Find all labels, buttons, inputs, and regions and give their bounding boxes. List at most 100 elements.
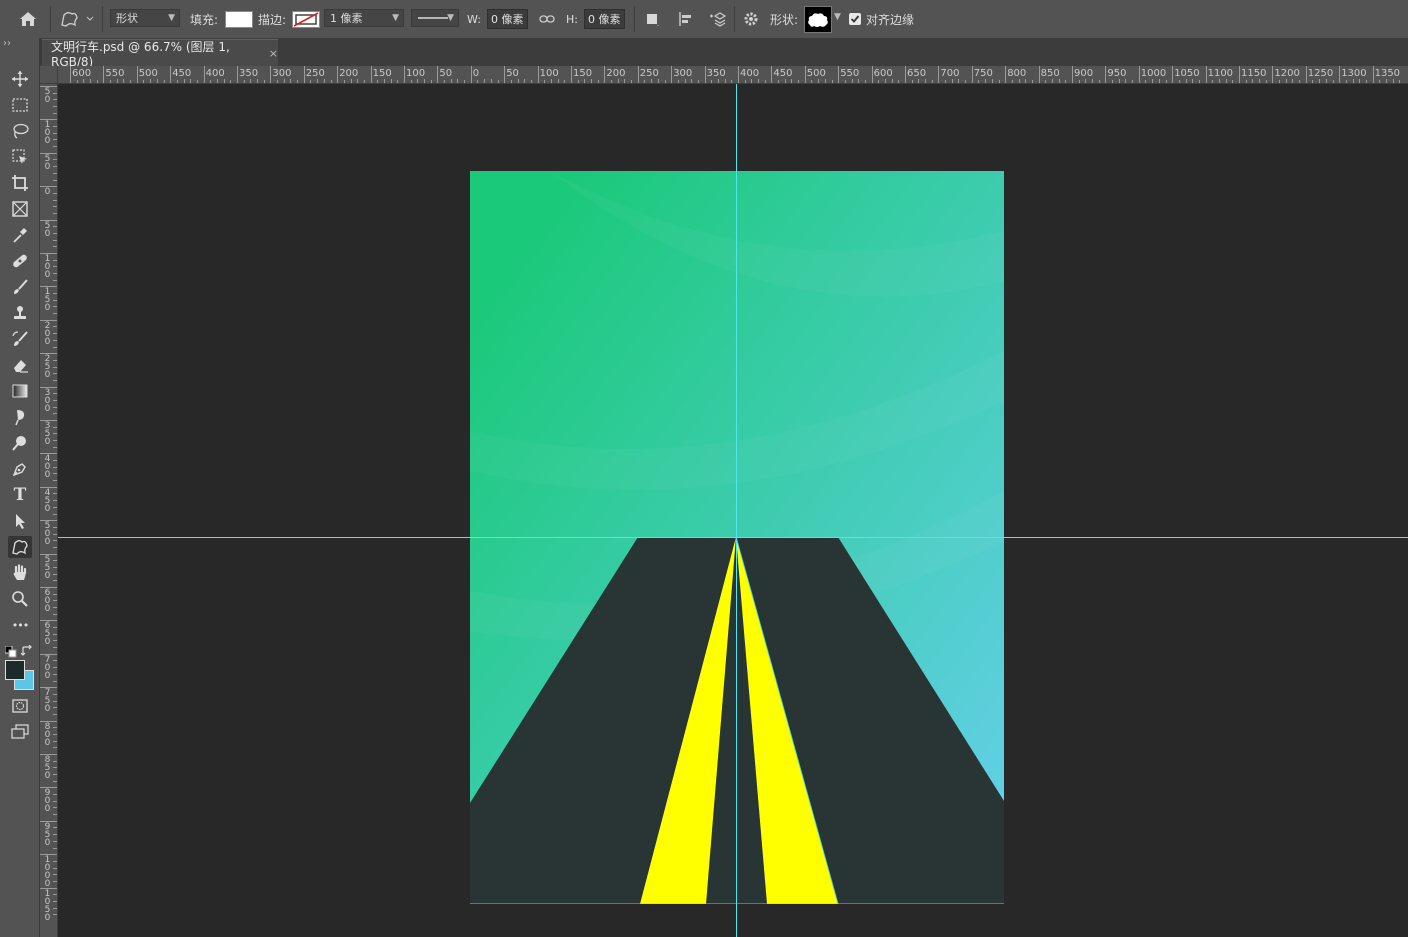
ruler-label: 1050 bbox=[44, 888, 51, 923]
healing-brush-tool-icon[interactable] bbox=[8, 250, 32, 272]
collapse-panel-icon[interactable]: ›› bbox=[3, 38, 11, 49]
swap-colors-icon[interactable] bbox=[20, 642, 33, 661]
eraser-tool-icon[interactable] bbox=[8, 354, 32, 376]
ruler-minor-tick bbox=[53, 259, 57, 261]
type-tool-icon[interactable]: T bbox=[8, 484, 32, 506]
ruler-minor-tick bbox=[53, 673, 57, 675]
ruler-minor-tick bbox=[731, 80, 733, 83]
more-tools-icon[interactable]: ••• bbox=[8, 614, 32, 636]
ruler-label: 700 bbox=[940, 68, 960, 79]
link-icon[interactable] bbox=[537, 9, 557, 29]
tool-preset-picker[interactable] bbox=[58, 9, 96, 29]
path-select-tool-icon[interactable] bbox=[8, 510, 32, 532]
brush-tool-icon[interactable] bbox=[8, 276, 32, 298]
custom-shape-tool-icon[interactable] bbox=[8, 536, 32, 558]
ruler-minor-tick bbox=[1058, 79, 1060, 83]
stroke-color-swatch[interactable] bbox=[292, 11, 320, 28]
zoom-tool-icon[interactable] bbox=[8, 588, 32, 610]
chevron-down-icon[interactable]: ▼ bbox=[834, 12, 841, 22]
ruler-major-tick bbox=[905, 66, 906, 83]
home-icon[interactable] bbox=[18, 9, 38, 29]
ruler-minor-tick bbox=[350, 79, 352, 83]
ruler-minor-tick bbox=[1018, 79, 1020, 83]
eyedropper-tool-icon[interactable] bbox=[8, 224, 32, 246]
canvas-workspace[interactable] bbox=[58, 84, 1408, 937]
ruler-label: 500 bbox=[44, 521, 51, 548]
ruler-minor-tick bbox=[918, 79, 920, 83]
ruler-minor-tick bbox=[53, 613, 57, 615]
marquee-tool-icon[interactable] bbox=[8, 94, 32, 116]
ruler-minor-tick bbox=[1045, 80, 1047, 83]
align-edges-checkbox[interactable] bbox=[849, 13, 861, 25]
frame-tool-icon[interactable] bbox=[8, 198, 32, 220]
path-alignment-icon[interactable] bbox=[676, 9, 696, 29]
quick-mask-icon[interactable] bbox=[8, 695, 32, 717]
ruler-minor-tick bbox=[1285, 79, 1287, 83]
ruler-minor-tick bbox=[116, 79, 118, 83]
ruler-minor-tick bbox=[711, 80, 713, 83]
crop-tool-icon[interactable] bbox=[8, 172, 32, 194]
screen-mode-icon[interactable] bbox=[8, 721, 32, 743]
shape-picker[interactable] bbox=[804, 6, 832, 33]
ruler-minor-tick bbox=[1299, 80, 1301, 83]
width-field[interactable]: 0 像素 bbox=[487, 9, 528, 29]
ruler-minor-tick bbox=[878, 80, 880, 83]
ruler-minor-tick bbox=[1145, 80, 1147, 83]
ruler-label: 150 bbox=[372, 68, 392, 79]
ruler-minor-tick bbox=[517, 79, 519, 83]
ruler-minor-tick bbox=[357, 79, 359, 83]
ruler-label: 850 bbox=[1040, 68, 1060, 79]
vertical-guide[interactable] bbox=[736, 84, 737, 937]
object-select-tool-icon[interactable] bbox=[8, 146, 32, 168]
vertical-ruler[interactable]: 50 100 50 0 50 100 150 200 250 300 350 400 450 500 550… bbox=[40, 84, 58, 937]
gear-icon[interactable] bbox=[741, 9, 761, 29]
pen-tool-icon[interactable] bbox=[8, 458, 32, 480]
ruler-major-tick bbox=[437, 66, 439, 83]
ruler-minor-tick bbox=[1185, 79, 1187, 83]
gradient-tool-icon[interactable] bbox=[8, 380, 32, 402]
horizontal-ruler[interactable]: 600 550 500 450 400 350 300 250 200 150 100 50 0 50 10… bbox=[58, 66, 1408, 84]
tool-mode-select[interactable]: 形状 ▼ bbox=[110, 9, 180, 27]
ruler-minor-tick bbox=[53, 713, 57, 715]
ruler-minor-tick bbox=[53, 693, 57, 695]
ruler-minor-tick bbox=[1345, 80, 1347, 83]
ruler-label: 600 bbox=[44, 588, 51, 614]
ruler-minor-tick bbox=[1085, 79, 1087, 83]
ruler-major-tick bbox=[804, 66, 806, 83]
ruler-minor-tick bbox=[1092, 79, 1094, 83]
stroke-type-select[interactable]: ▼ bbox=[411, 9, 459, 27]
hand-tool-icon[interactable] bbox=[8, 562, 32, 584]
ruler-minor-tick bbox=[53, 600, 57, 602]
stroke-width-select[interactable]: 1 像素 ▼ bbox=[324, 9, 404, 27]
ruler-minor-tick bbox=[951, 79, 953, 83]
ruler-minor-tick bbox=[1165, 80, 1167, 83]
close-icon[interactable]: × bbox=[269, 47, 278, 60]
ruler-origin[interactable] bbox=[40, 66, 58, 84]
document-tab[interactable]: 文明行车.psd @ 66.7% (图层 1, RGB/8) × bbox=[42, 39, 278, 69]
height-field[interactable]: 0 像素 bbox=[584, 9, 625, 29]
ruler-label: 100 bbox=[44, 120, 51, 147]
blur-tool-icon[interactable] bbox=[8, 406, 32, 428]
ruler-minor-tick bbox=[1392, 79, 1394, 83]
path-arrangement-icon[interactable] bbox=[708, 9, 728, 29]
ruler-major-tick bbox=[1138, 66, 1140, 83]
foreground-color-swatch[interactable] bbox=[5, 660, 25, 680]
move-tool-icon[interactable] bbox=[8, 68, 32, 90]
history-brush-tool-icon[interactable] bbox=[8, 328, 32, 350]
ruler-label: 550 bbox=[105, 68, 125, 79]
ruler-major-tick bbox=[504, 66, 506, 83]
ruler-label: 950 bbox=[44, 821, 51, 848]
fill-color-swatch[interactable] bbox=[225, 11, 253, 28]
ruler-label: 1250 bbox=[1307, 68, 1334, 79]
path-operations-icon[interactable] bbox=[642, 9, 662, 29]
horizontal-guide[interactable] bbox=[58, 537, 1408, 538]
ruler-minor-tick bbox=[53, 239, 57, 241]
ruler-minor-tick bbox=[1125, 79, 1127, 83]
clone-stamp-tool-icon[interactable] bbox=[8, 302, 32, 324]
ruler-minor-tick bbox=[1112, 80, 1114, 83]
ruler-minor-tick bbox=[991, 79, 993, 83]
lasso-tool-icon[interactable] bbox=[8, 120, 32, 142]
ruler-label: 300 bbox=[272, 68, 292, 79]
dodge-tool-icon[interactable] bbox=[8, 432, 32, 454]
ruler-minor-tick bbox=[677, 80, 679, 83]
